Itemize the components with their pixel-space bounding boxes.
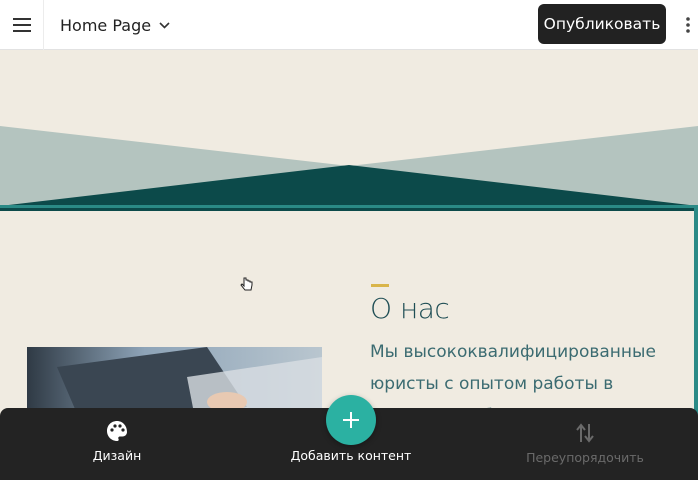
- add-content-fab[interactable]: [326, 395, 376, 445]
- swap-vertical-icon: [576, 423, 594, 443]
- reorder-button[interactable]: Переупорядочить: [520, 408, 650, 480]
- page-name: Home Page: [60, 15, 152, 35]
- design-label: Дизайн: [92, 448, 142, 463]
- section-title[interactable]: О нас: [370, 292, 450, 325]
- page-selector[interactable]: Home Page: [60, 13, 170, 37]
- palette-icon: [107, 421, 127, 441]
- hamburger-menu-icon: [12, 18, 31, 32]
- design-button[interactable]: Дизайн: [72, 408, 162, 480]
- plus-icon: [343, 412, 359, 428]
- hero-background-shapes: [0, 51, 698, 211]
- title-accent-line: [371, 284, 389, 287]
- top-bar: Home Page Опубликовать: [0, 0, 698, 50]
- publish-button[interactable]: Опубликовать: [538, 4, 666, 44]
- add-content-label: Добавить контент: [290, 448, 412, 463]
- menu-button[interactable]: [0, 0, 44, 50]
- more-vertical-icon: [686, 17, 690, 33]
- more-options-button[interactable]: [678, 12, 698, 38]
- hand-cursor-icon: [240, 277, 253, 291]
- chevron-down-icon: [159, 21, 170, 29]
- reorder-label: Переупорядочить: [526, 450, 644, 465]
